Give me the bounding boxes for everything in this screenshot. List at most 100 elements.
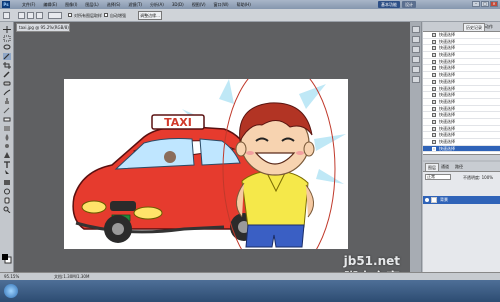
tab-channels[interactable]: 通道	[439, 163, 451, 171]
menu-analysis[interactable]: 分析(A)	[150, 2, 164, 8]
actions-panel-icon[interactable]	[412, 36, 420, 43]
quick-select-icon	[432, 39, 436, 44]
history-item[interactable]: 快速选择	[423, 99, 500, 106]
add-selection-icon[interactable]	[27, 12, 34, 19]
brush-size-picker[interactable]	[48, 12, 62, 19]
quick-select-icon	[432, 113, 436, 118]
history-item[interactable]: 快速选择	[423, 132, 500, 139]
ps-logo: Ps	[2, 1, 10, 8]
shape-tool-icon[interactable]	[3, 179, 11, 186]
history-item[interactable]: 快速选择	[423, 45, 500, 53]
history-item[interactable]: 快速选择	[423, 112, 500, 119]
adjustments-panel-icon[interactable]	[412, 76, 420, 83]
zoom-level[interactable]: 95.15%	[4, 273, 19, 280]
taskbar	[0, 280, 500, 302]
quick-select-icon	[432, 66, 436, 71]
healing-brush-tool-icon[interactable]	[3, 80, 11, 87]
history-item[interactable]: 快速选择	[423, 106, 500, 113]
history-item[interactable]: 快速选择	[423, 59, 500, 66]
new-selection-icon[interactable]	[18, 12, 25, 19]
menu-help[interactable]: 帮助(H)	[237, 2, 251, 8]
3d-rotate-tool-icon[interactable]	[3, 188, 11, 195]
options-bar: 对所有图层取样 自动增强 调整边缘...	[0, 9, 500, 22]
menu-select[interactable]: 选择(S)	[107, 2, 121, 8]
quick-select-icon	[432, 146, 436, 151]
history-item-selected[interactable]: 快速选择	[423, 145, 500, 153]
quick-select-tool-icon[interactable]	[3, 53, 11, 60]
image-canvas[interactable]: TAXI	[64, 79, 348, 249]
type-tool-icon[interactable]	[3, 161, 11, 168]
marquee-tool-icon[interactable]	[3, 35, 11, 42]
tab-history[interactable]: 历史记录	[463, 23, 485, 31]
zoom-tool-icon[interactable]	[3, 206, 11, 213]
pen-tool-icon[interactable]	[3, 152, 11, 159]
blend-mode-select[interactable]: 正常	[425, 174, 451, 180]
layers-panel-tabs: 图层 通道 路径	[423, 162, 500, 172]
history-list: 快速选择 快速选择 快速选择 快速选择 快速选择 快速选择 快速选择 快速选择 …	[423, 32, 500, 154]
history-brush-tool-icon[interactable]	[3, 107, 11, 114]
history-item[interactable]: 快速选择	[423, 39, 500, 46]
history-item[interactable]: 快速选择	[423, 65, 500, 73]
eraser-tool-icon[interactable]	[3, 116, 11, 123]
history-panel-icon[interactable]	[412, 26, 420, 33]
path-select-tool-icon[interactable]	[3, 170, 11, 177]
menu-layer[interactable]: 图层(L)	[85, 2, 98, 8]
tab-paths[interactable]: 路径	[453, 163, 465, 171]
close-button[interactable]: ×	[490, 1, 498, 7]
history-item[interactable]: 快速选择	[423, 86, 500, 93]
hand-tool-icon[interactable]	[3, 197, 11, 204]
history-panel-footer	[423, 154, 500, 160]
watermark-url: jb51.net	[343, 254, 400, 268]
color-panel-icon[interactable]	[412, 46, 420, 53]
start-button-icon[interactable]	[4, 284, 18, 298]
eyedropper-tool-icon[interactable]	[3, 71, 11, 78]
brush-tool-icon[interactable]	[3, 89, 11, 96]
sample-all-layers-checkbox[interactable]	[68, 13, 72, 17]
history-item[interactable]: 快速选择	[423, 119, 500, 126]
auto-enhance-checkbox[interactable]	[104, 13, 108, 17]
history-item[interactable]: 快速选择	[423, 79, 500, 86]
taxi-cartoon-artwork: TAXI	[72, 79, 346, 249]
menu-image[interactable]: 图像(I)	[65, 2, 77, 8]
menu-3d[interactable]: 3D(D)	[172, 2, 184, 7]
menu-file[interactable]: 文件(F)	[22, 2, 35, 8]
foreground-background-color-icon[interactable]	[2, 254, 12, 265]
quick-select-icon	[432, 59, 436, 64]
lasso-tool-icon[interactable]	[3, 44, 11, 51]
tab-actions[interactable]: 动作	[483, 23, 495, 31]
crop-tool-icon[interactable]	[3, 62, 11, 69]
maximize-button[interactable]: □	[481, 1, 489, 7]
quick-select-tool-preset-icon[interactable]	[3, 12, 10, 19]
history-item[interactable]: 快速选择	[423, 92, 500, 99]
history-item[interactable]: 快速选择	[423, 32, 500, 39]
tab-layers[interactable]: 图层	[425, 163, 439, 171]
minimize-button[interactable]: –	[472, 1, 480, 7]
document-tab[interactable]: taxi.jpg @ 95.2%(RGB/8)	[16, 23, 70, 32]
gradient-tool-icon[interactable]	[3, 125, 11, 132]
dodge-tool-icon[interactable]	[3, 143, 11, 150]
styles-panel-icon[interactable]	[412, 66, 420, 73]
history-item[interactable]: 快速选择	[423, 139, 500, 146]
layer-row-background[interactable]: 背景	[423, 196, 500, 204]
workspace-design-button[interactable]: 设计	[402, 1, 416, 8]
workspace-basic-button[interactable]: 基本功能	[378, 1, 400, 8]
menu-filter[interactable]: 滤镜(T)	[128, 2, 142, 8]
subtract-selection-icon[interactable]	[36, 12, 43, 19]
menu-edit[interactable]: 编辑(E)	[43, 2, 57, 8]
refine-edge-button[interactable]: 调整边缘...	[138, 11, 162, 20]
opacity-field[interactable]: 不透明度: 100%	[463, 175, 493, 181]
move-tool-icon[interactable]	[3, 26, 11, 33]
blur-tool-icon[interactable]	[3, 134, 11, 141]
quick-select-icon	[432, 53, 436, 58]
quick-select-icon	[432, 140, 436, 144]
swatches-panel-icon[interactable]	[412, 56, 420, 63]
history-item[interactable]: 快速选择	[423, 126, 500, 133]
history-item[interactable]: 快速选择	[423, 52, 500, 59]
menu-window[interactable]: 窗口(W)	[214, 2, 229, 8]
history-item[interactable]: 快速选择	[423, 72, 500, 79]
clone-stamp-tool-icon[interactable]	[3, 98, 11, 105]
visibility-eye-icon[interactable]	[425, 198, 429, 202]
quick-select-icon	[432, 46, 436, 51]
menu-view[interactable]: 视图(V)	[192, 2, 206, 8]
document-window: taxi.jpg @ 95.2%(RGB/8) TAXI jb51.net	[14, 22, 410, 287]
